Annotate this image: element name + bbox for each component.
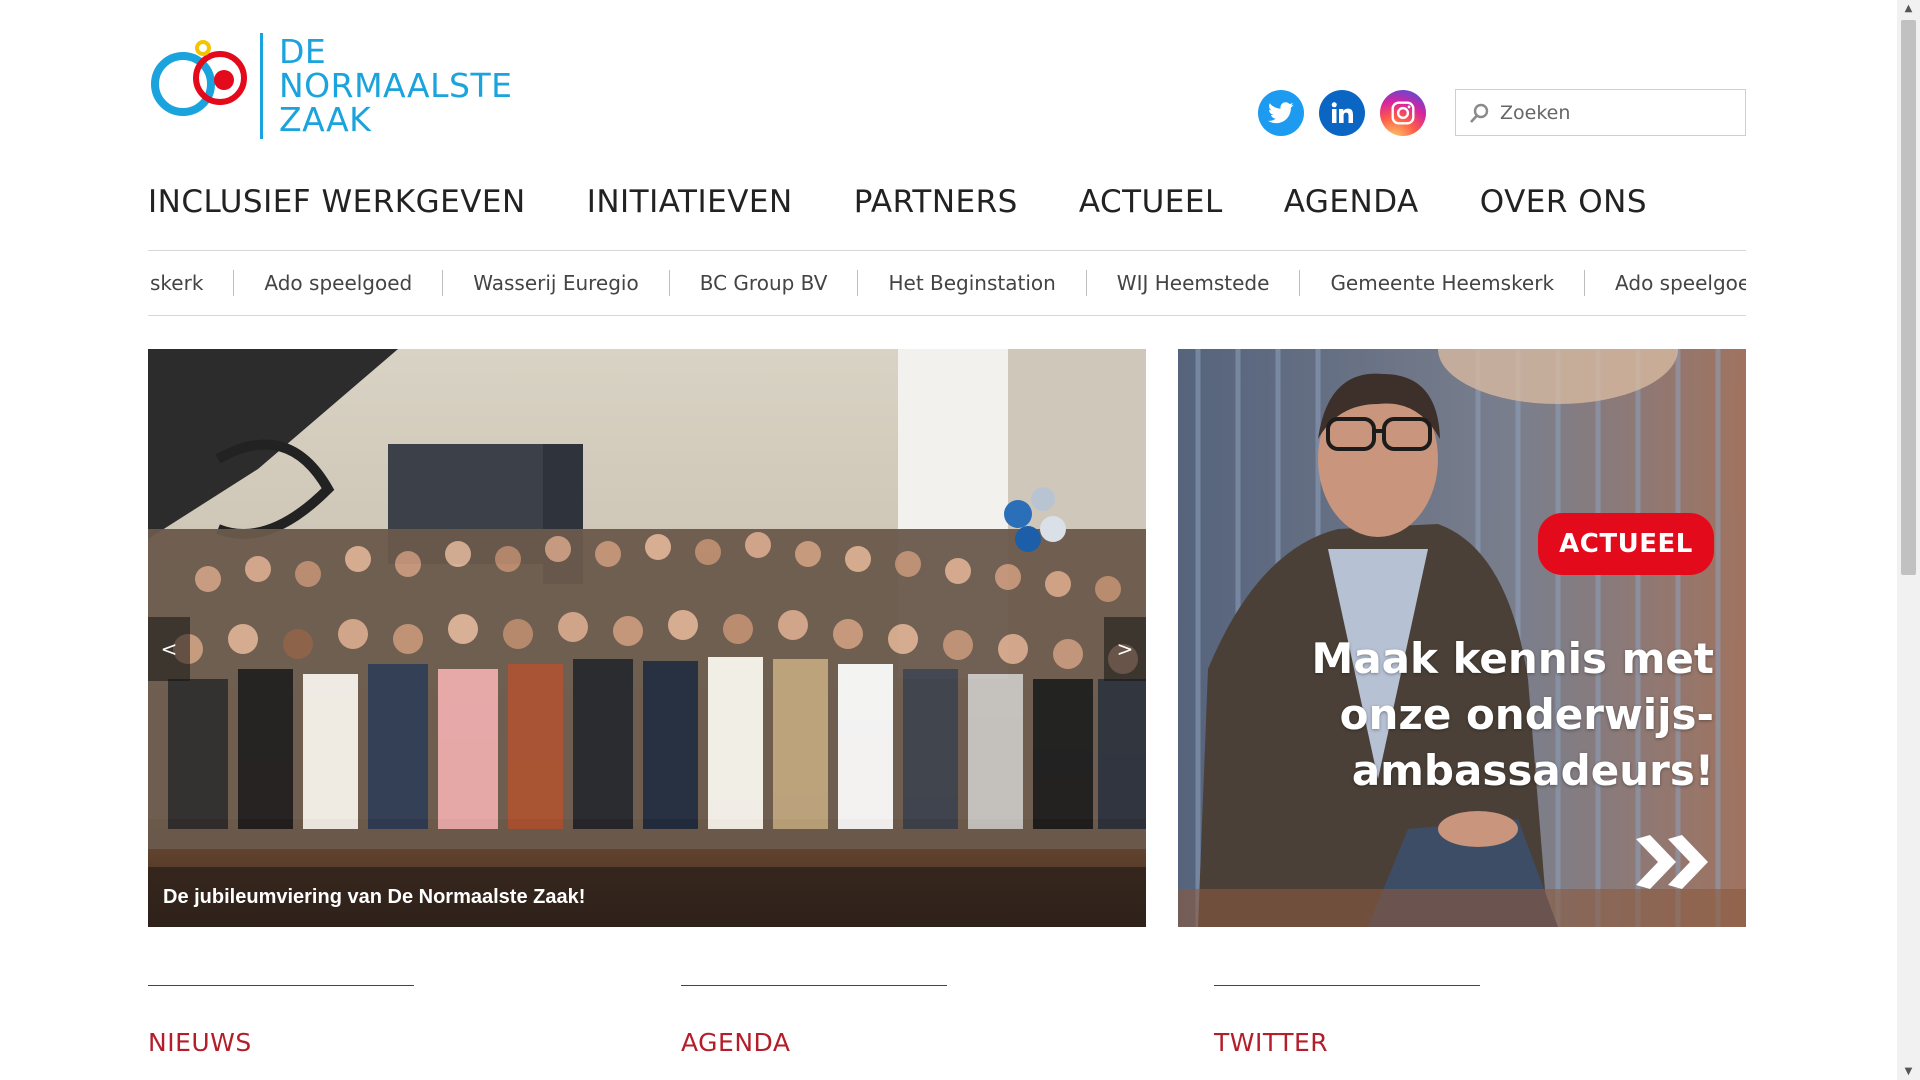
ticker-label: Ado speelgoed	[1615, 271, 1746, 295]
ticker-item[interactable]: Wasserij Euregio	[443, 270, 670, 296]
section-rule	[681, 985, 947, 986]
logo-divider	[260, 33, 263, 139]
instagram-icon[interactable]	[1380, 90, 1426, 136]
logo-line-3: ZAAK	[279, 100, 372, 139]
promo-line-3: ambassadeurs!	[1351, 746, 1714, 795]
ticker-item[interactable]: WIJ Heemstede	[1087, 270, 1301, 296]
ticker-label: skerk	[150, 271, 204, 295]
scroll-up-arrow-icon[interactable]: ▲	[1897, 0, 1920, 17]
partner-ticker: skerk Ado speelgoed Wasserij Euregio BC …	[148, 251, 1746, 315]
double-chevron-right-icon[interactable]	[1634, 833, 1716, 891]
ticker-label: Het Beginstation	[888, 271, 1056, 295]
nav-over-ons[interactable]: OVER ONS	[1480, 184, 1647, 220]
search-box[interactable]	[1455, 89, 1746, 136]
social-links	[1258, 90, 1426, 136]
promo-line-2: onze onderwijs-	[1339, 690, 1714, 739]
nav-actueel[interactable]: ACTUEEL	[1079, 184, 1223, 220]
ticker-label: Gemeente Heemskerk	[1330, 271, 1555, 295]
ticker-item[interactable]: Ado speelgoed	[234, 270, 444, 296]
group-photo	[148, 349, 1146, 927]
ticker-item[interactable]: Het Beginstation	[858, 270, 1087, 296]
site-logo[interactable]: DE NORMAALSTE ZAAK	[148, 30, 533, 142]
ticker-label: Ado speelgoed	[264, 271, 413, 295]
linkedin-icon[interactable]	[1319, 90, 1365, 136]
ticker-item[interactable]: BC Group BV	[670, 270, 859, 296]
section-rule	[148, 985, 414, 986]
ticker-label: Wasserij Euregio	[473, 271, 639, 295]
nav-inclusief-werkgeven[interactable]: INCLUSIEF WERKGEVEN	[148, 184, 526, 220]
image-slider[interactable]: < > De jubileumviering van De Normaalste…	[148, 349, 1146, 927]
ticker-item[interactable]: skerk	[150, 270, 235, 296]
ticker-label: WIJ Heemstede	[1116, 271, 1270, 295]
ticker-item[interactable]: Gemeente Heemskerk	[1300, 270, 1586, 296]
section-agenda: AGENDA	[681, 985, 947, 1057]
ticker-label: BC Group BV	[699, 271, 828, 295]
section-nieuws: NIEUWS	[148, 985, 414, 1057]
promo-tile[interactable]: ACTUEEL Maak kennis met onze onderwijs- …	[1178, 349, 1746, 927]
slider-caption: De jubileumviering van De Normaalste Zaa…	[148, 867, 1146, 927]
promo-line-1: Maak kennis met	[1311, 634, 1714, 683]
ticker-item[interactable]: Ado speelgoed	[1585, 271, 1746, 295]
scrollbar-thumb[interactable]	[1901, 20, 1916, 575]
ticker-divider	[148, 315, 1746, 316]
scroll-down-arrow-icon[interactable]: ▼	[1897, 1063, 1920, 1080]
nav-agenda[interactable]: AGENDA	[1284, 184, 1419, 220]
twitter-icon[interactable]	[1258, 90, 1304, 136]
logo-line-1: DE	[279, 32, 327, 71]
nav-initiatieven[interactable]: INITIATIEVEN	[587, 184, 793, 220]
nav-partners[interactable]: PARTNERS	[854, 184, 1018, 220]
slider-next-button[interactable]: >	[1104, 617, 1146, 681]
page-scrollbar[interactable]: ▲ ▼	[1897, 0, 1920, 1080]
logo-line-2: NORMAALSTE	[279, 66, 513, 105]
section-title-twitter: TWITTER	[1214, 1028, 1329, 1057]
search-icon	[1470, 103, 1489, 123]
search-input[interactable]	[1500, 101, 1740, 124]
section-title-agenda: AGENDA	[681, 1028, 791, 1057]
section-twitter: TWITTER	[1214, 985, 1480, 1057]
slider-prev-button[interactable]: <	[148, 617, 190, 681]
logo-circles-icon	[148, 36, 254, 136]
promo-headline: Maak kennis met onze onderwijs- ambassad…	[1194, 631, 1714, 799]
section-rule	[1214, 985, 1480, 986]
section-title-nieuws: NIEUWS	[148, 1028, 252, 1057]
main-nav: INCLUSIEF WERKGEVEN INITIATIEVEN PARTNER…	[148, 184, 1708, 220]
logo-wordmark: DE NORMAALSTE ZAAK	[279, 35, 512, 137]
actueel-badge: ACTUEEL	[1538, 513, 1714, 575]
